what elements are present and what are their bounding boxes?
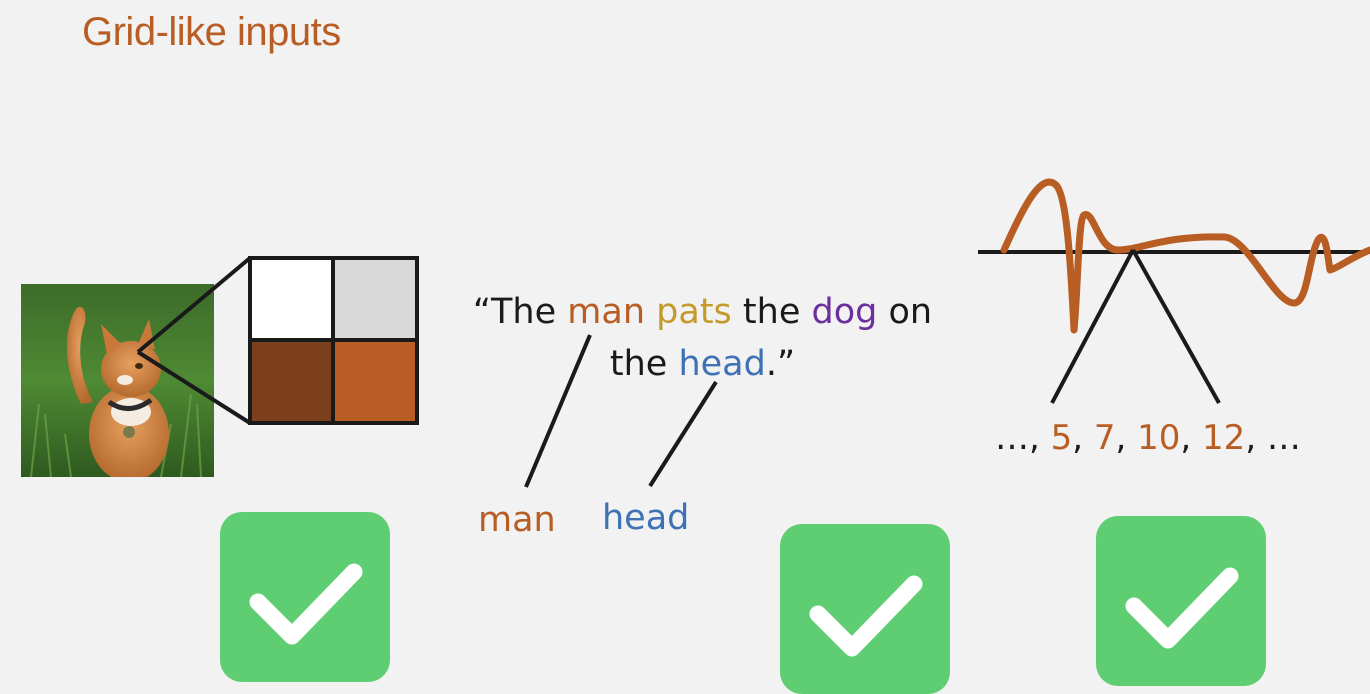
checkmark-icon (1096, 516, 1266, 686)
token-man: man (478, 500, 556, 540)
waveform-signal (1000, 178, 1370, 334)
sentence-text: on (877, 292, 933, 332)
sequence-separator: , (1072, 418, 1094, 458)
token-head: head (602, 498, 690, 538)
sample-line-left (1050, 249, 1135, 404)
sequence-value: 10 (1137, 418, 1181, 458)
sentence-line-1: “The man pats the dog on (430, 286, 975, 338)
sample-sequence: …, 5, 7, 10, 12, … (995, 418, 1301, 458)
pixel-cell-white (250, 258, 333, 340)
example-sentence: “The man pats the dog on the head.” (430, 286, 975, 390)
pixel-cell-brown (333, 340, 417, 423)
pixel-cell-dark-brown (250, 340, 333, 423)
sequence-value: 5 (1050, 418, 1073, 458)
sentence-text: the (609, 344, 679, 384)
word-head: head (678, 344, 766, 384)
sample-line-right (1131, 249, 1221, 404)
sequence-ellipsis: , … (1245, 418, 1301, 458)
sentence-text: “The (472, 292, 568, 332)
sequence-separator: , (1180, 418, 1203, 458)
zoom-line-top (136, 256, 252, 354)
sentence-text: the (731, 292, 812, 332)
sequence-ellipsis: …, (995, 418, 1051, 458)
sequence-separator: , (1115, 418, 1138, 458)
word-dog: dog (811, 292, 878, 332)
sequence-value: 12 (1202, 418, 1246, 458)
sentence-text: .” (765, 344, 796, 384)
word-man: man (567, 292, 646, 332)
sequence-value: 7 (1093, 418, 1116, 458)
checkmark-icon (780, 524, 950, 694)
sentence-line-2: the head.” (430, 338, 975, 390)
checkmark-icon (220, 512, 390, 682)
word-pats: pats (656, 292, 732, 332)
pointer-line-head (648, 380, 718, 488)
zoom-line-bottom (136, 350, 252, 425)
pixel-cell-grey (333, 258, 417, 340)
